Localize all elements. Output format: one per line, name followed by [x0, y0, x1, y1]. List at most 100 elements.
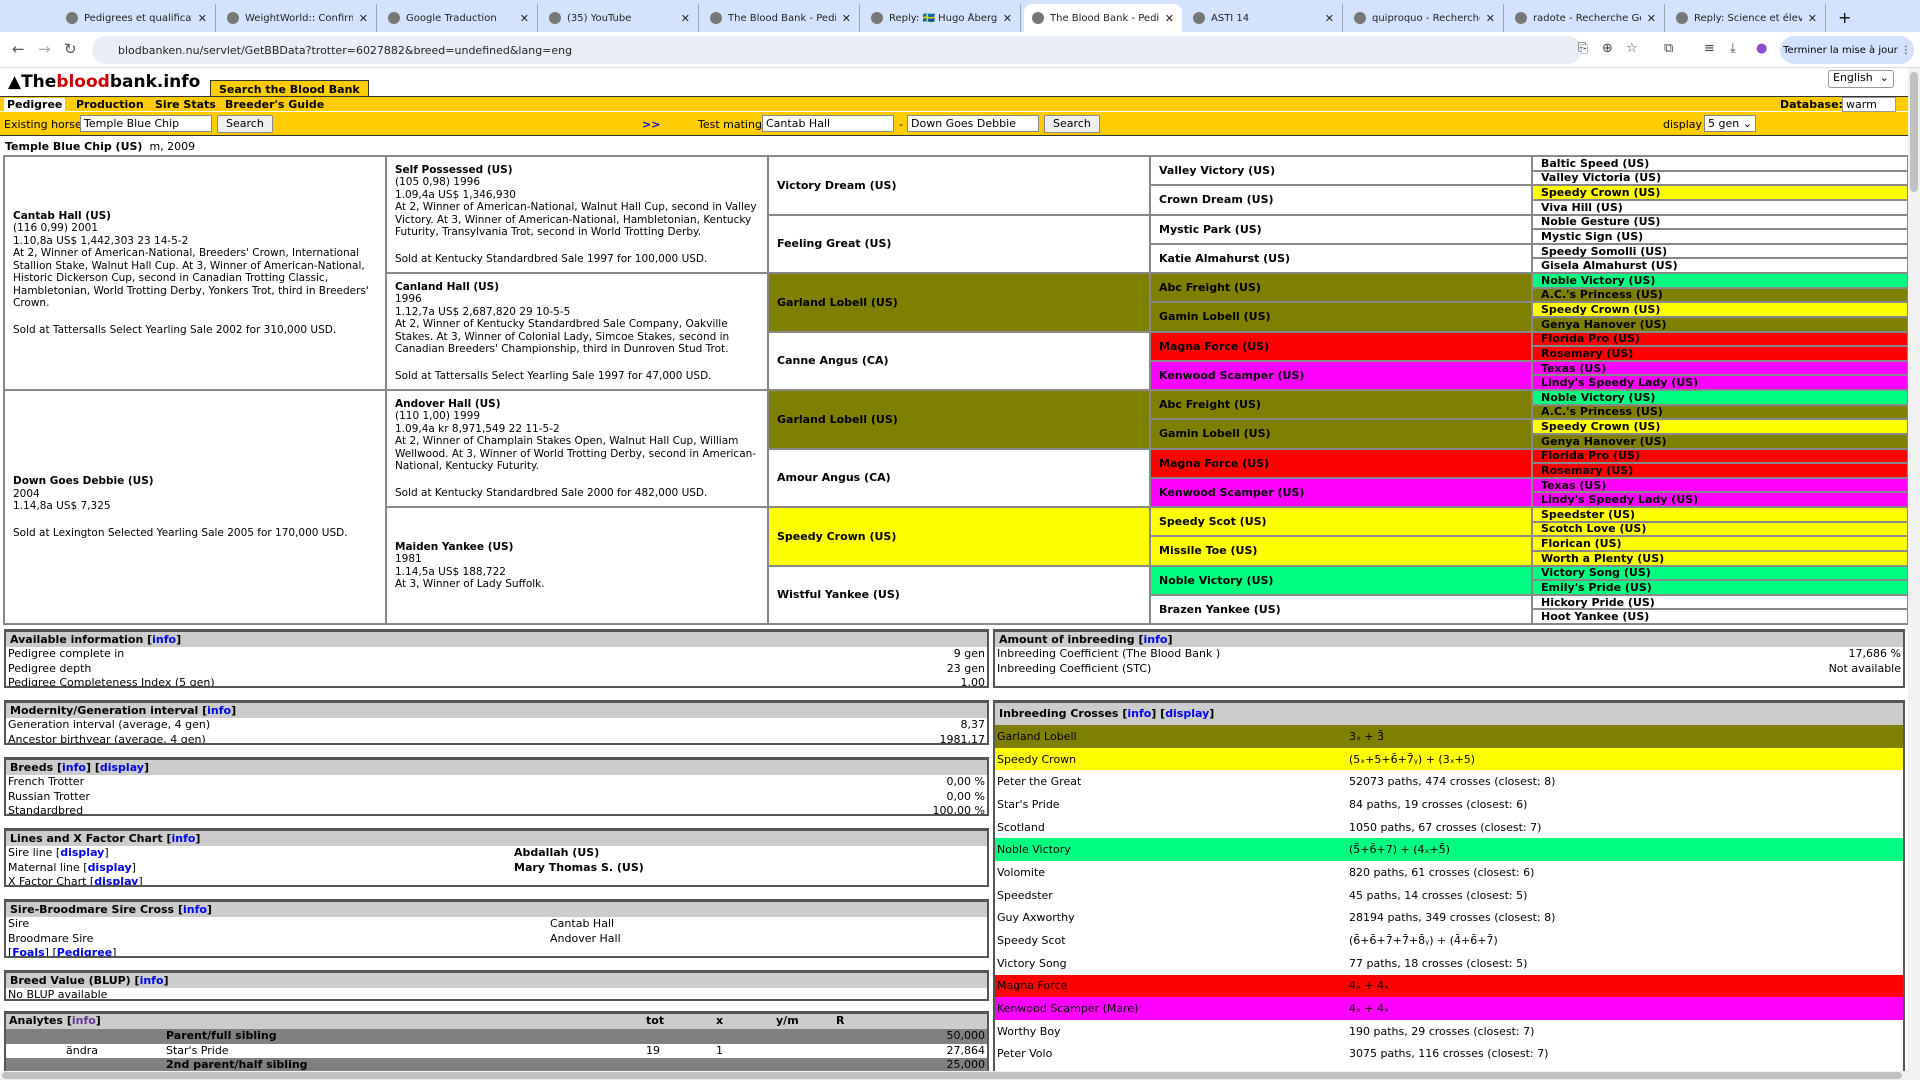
ancestor-name[interactable]: Speedy Scot — [997, 934, 1349, 947]
pedigree-ancestor[interactable]: Garland Lobell (US) — [769, 391, 1149, 448]
nav-breeders-guide[interactable]: Breeder's Guide — [222, 98, 327, 111]
pedigree-ancestor[interactable]: Speedy Somolli (US) — [1533, 244, 1907, 258]
search-horse-button[interactable]: Search — [217, 115, 273, 133]
browser-tab[interactable]: radote - Recherche Goog ✕ — [1507, 4, 1665, 32]
close-tab-icon[interactable]: ✕ — [359, 12, 368, 25]
pedigree-ancestor[interactable]: Amour Angus (CA) — [769, 449, 1149, 506]
close-tab-icon[interactable]: ✕ — [842, 12, 851, 25]
pedigree-ancestor[interactable]: Victory Song (US) — [1533, 566, 1907, 580]
info-link[interactable]: info — [207, 704, 231, 717]
pedigree-ancestor[interactable]: Katie Almahurst (US) — [1151, 244, 1531, 272]
info-link[interactable]: info — [72, 1014, 96, 1027]
pedigree-ancestor[interactable]: Worth a Plenty (US) — [1533, 551, 1907, 565]
foals-link[interactable]: Foals — [12, 946, 44, 956]
database-select[interactable]: warm — [1842, 97, 1896, 112]
close-tab-icon[interactable]: ✕ — [1808, 12, 1817, 25]
browser-tab[interactable]: Reply: 🇸🇪 Hugo Åbergs M ✕ — [863, 4, 1021, 32]
pedigree-ancestor[interactable]: Baltic Speed (US) — [1533, 157, 1907, 170]
pedigree-ancestor[interactable]: Wistful Yankee (US) — [769, 566, 1149, 623]
info-link[interactable]: info — [1144, 633, 1168, 646]
site-logo[interactable]: ▲ The blood bank.info — [8, 72, 200, 92]
horse-name-link[interactable]: Down Goes Debbie (US) — [13, 475, 377, 488]
pedigree-ancestor[interactable]: Noble Gesture (US) — [1533, 215, 1907, 229]
pedigree-ancestor[interactable]: Hoot Yankee (US) — [1533, 610, 1907, 623]
pedigree-ancestor[interactable]: Victory Dream (US) — [769, 157, 1149, 214]
pedigree-ancestor[interactable]: Noble Victory (US) — [1151, 566, 1531, 594]
info-link[interactable]: info — [140, 974, 164, 987]
pedigree-ancestor[interactable]: Noble Victory (US) — [1533, 391, 1907, 404]
browser-tab[interactable]: Reply: Science et élevage ✕ — [1668, 4, 1826, 32]
ancestor-name[interactable]: Peter the Great — [997, 775, 1349, 788]
horse-name-link[interactable]: Canland Hall (US) — [395, 281, 759, 294]
pedigree-ancestor[interactable]: Mystic Sign (US) — [1533, 230, 1907, 243]
horse-name-link[interactable]: Andover Hall (US) — [395, 398, 759, 411]
zoom-icon[interactable]: ⊕ — [1602, 41, 1613, 56]
pedigree-ancestor[interactable]: Valley Victory (US) — [1151, 157, 1531, 185]
ancestor-name[interactable]: Volomite — [997, 866, 1349, 879]
sire-line-display-link[interactable]: display — [60, 846, 104, 859]
info-link[interactable]: info — [1127, 707, 1151, 720]
horse-name-link[interactable]: Self Possessed (US) — [395, 164, 759, 177]
ancestor-name[interactable]: Magna Force — [997, 979, 1349, 992]
ancestor-name[interactable]: Kenwood Scamper (Mare) — [997, 1002, 1349, 1015]
expand-arrows-link[interactable]: >> — [642, 118, 660, 131]
close-tab-icon[interactable]: ✕ — [1325, 12, 1334, 25]
ancestor-name[interactable]: Victory Song — [997, 957, 1349, 970]
pedigree-ancestor[interactable]: Missile Toe (US) — [1151, 537, 1531, 565]
pedigree-ancestor[interactable]: Gisela Almahurst (US) — [1533, 259, 1907, 272]
close-tab-icon[interactable]: ✕ — [198, 12, 207, 25]
mating-sire-input[interactable]: Cantab Hall — [762, 115, 894, 132]
browser-tab[interactable]: The Blood Bank - Pedigre ✕ — [702, 4, 860, 32]
pedigree-ancestor[interactable]: Garland Lobell (US) — [769, 274, 1149, 331]
close-tab-icon[interactable]: ✕ — [1647, 12, 1656, 25]
pedigree-ancestor[interactable]: Emily's Pride (US) — [1533, 581, 1907, 594]
vertical-scrollbar[interactable] — [1908, 68, 1920, 1080]
pedigree-ancestor[interactable]: Lindy's Speedy Lady (US) — [1533, 493, 1907, 506]
pedigree-ancestor[interactable]: Texas (US) — [1533, 478, 1907, 492]
pedigree-ancestor[interactable]: A.C.'s Princess (US) — [1533, 405, 1907, 419]
display-generations-select[interactable]: 5 gen ⌄ — [1704, 115, 1756, 132]
pedigree-ancestor[interactable]: Scotch Love (US) — [1533, 522, 1907, 536]
info-link[interactable]: info — [152, 633, 176, 646]
pedigree-ancestor[interactable]: Speedy Crown (US) — [1533, 420, 1907, 433]
back-icon[interactable]: ← — [12, 40, 25, 58]
test-mating-search-button[interactable]: Search — [1044, 115, 1100, 133]
info-link[interactable]: info — [171, 832, 195, 845]
horizontal-scrollbar[interactable] — [0, 1071, 1908, 1080]
close-tab-icon[interactable]: ✕ — [681, 12, 690, 25]
pedigree-ancestor[interactable]: Abc Freight (US) — [1151, 274, 1531, 302]
pedigree-ancestor[interactable]: Kenwood Scamper (US) — [1151, 361, 1531, 389]
pedigree-ancestor[interactable]: Florida Pro (US) — [1533, 332, 1907, 346]
pedigree-ancestor[interactable]: Gamin Lobell (US) — [1151, 303, 1531, 331]
pedigree-ancestor[interactable]: Gamin Lobell (US) — [1151, 420, 1531, 448]
pedigree-ancestor[interactable]: Kenwood Scamper (US) — [1151, 478, 1531, 506]
pedigree-ancestor[interactable]: A.C.'s Princess (US) — [1533, 288, 1907, 302]
pedigree-ancestor[interactable]: Feeling Great (US) — [769, 215, 1149, 272]
maternal-line-display-link[interactable]: display — [88, 861, 132, 874]
horse-name-link[interactable]: Cantab Hall (US) — [13, 210, 377, 223]
ancestor-name[interactable]: Star's Pride — [997, 798, 1349, 811]
display-link[interactable]: display — [1165, 707, 1209, 720]
pedigree-ancestor[interactable]: Genya Hanover (US) — [1533, 317, 1907, 331]
pedigree-ancestor[interactable]: Valley Victoria (US) — [1533, 171, 1907, 185]
browser-tab[interactable]: Google Traduction ✕ — [380, 4, 538, 32]
existing-horse-input[interactable]: Temple Blue Chip — [80, 115, 212, 132]
ancestor-name[interactable]: Guy Axworthy — [997, 911, 1349, 924]
pedigree-ancestor[interactable]: Magna Force (US) — [1151, 332, 1531, 360]
pedigree-ancestor[interactable]: Magna Force (US) — [1151, 449, 1531, 477]
browser-tab[interactable]: The Blood Bank - Pedigre ✕ — [1024, 4, 1182, 32]
reload-icon[interactable]: ↻ — [64, 40, 77, 58]
new-tab-button[interactable]: + — [1838, 8, 1851, 27]
horse-name-link[interactable]: Maiden Yankee (US) — [395, 541, 759, 554]
extensions-icon[interactable]: ⧉ — [1664, 41, 1673, 56]
close-tab-icon[interactable]: ✕ — [1165, 12, 1174, 25]
pedigree-ancestor[interactable]: Speedy Crown (US) — [769, 508, 1149, 565]
pedigree-ancestor[interactable]: Lindy's Speedy Lady (US) — [1533, 376, 1907, 389]
pedigree-ancestor[interactable]: Crown Dream (US) — [1151, 186, 1531, 214]
browser-tab[interactable]: quiproquo - Recherche G ✕ — [1346, 4, 1504, 32]
reading-list-icon[interactable]: ≡ — [1704, 41, 1715, 56]
ancestor-name[interactable]: Garland Lobell — [997, 730, 1349, 743]
pedigree-ancestor[interactable]: Rosemary (US) — [1533, 464, 1907, 477]
ancestor-name[interactable]: Worthy Boy — [997, 1025, 1349, 1038]
update-button[interactable]: Terminer la mise à jour ⋮ — [1780, 36, 1914, 64]
